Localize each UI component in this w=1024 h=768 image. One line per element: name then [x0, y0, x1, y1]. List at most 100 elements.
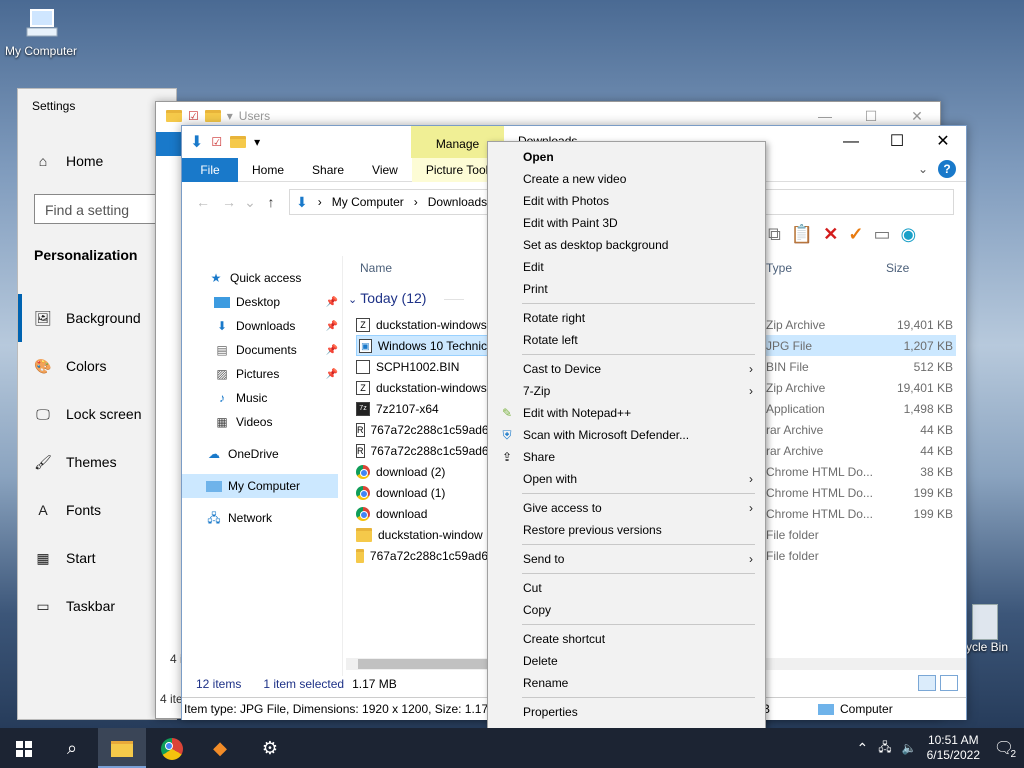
nav-documents[interactable]: ▤ Documents 📌: [182, 338, 342, 362]
network-icon[interactable]: 🖧: [878, 738, 891, 759]
back-arrow-icon[interactable]: ←: [190, 194, 216, 210]
breadcrumb-separator: ›: [317, 195, 322, 209]
settings-nav-taskbar[interactable]: ▭ Taskbar: [18, 582, 178, 630]
menu-item-scan-defender[interactable]: ⛨ Scan with Microsoft Defender...: [488, 424, 765, 446]
file-type: rar Archive: [766, 422, 824, 437]
settings-gear-icon[interactable]: ⚙: [246, 728, 294, 768]
nav-desktop[interactable]: Desktop 📌: [182, 290, 342, 314]
checkbox-icon[interactable]: ☑: [211, 135, 222, 149]
settings-nav-background[interactable]: 🖼 Background: [18, 294, 178, 342]
menu-item-rotate-left[interactable]: Rotate left: [488, 329, 765, 351]
tab-file[interactable]: File: [182, 157, 238, 182]
rename-icon[interactable]: ▭: [873, 224, 890, 245]
menu-item-print[interactable]: Print: [488, 278, 765, 300]
folder-icon[interactable]: [230, 136, 247, 148]
menu-item-delete[interactable]: Delete: [488, 650, 765, 672]
menu-item-send-to[interactable]: Send to ›: [488, 548, 765, 570]
chevron-up-icon[interactable]: ⌃: [857, 740, 869, 757]
copy-icon[interactable]: ⧉: [768, 224, 781, 245]
menu-item-rename[interactable]: Rename: [488, 672, 765, 694]
nav-pictures[interactable]: ▨ Pictures 📌: [182, 362, 342, 386]
search-icon[interactable]: ⌕: [48, 728, 96, 768]
nav-label: OneDrive: [228, 447, 279, 461]
nav-quick-access[interactable]: ★ Quick access: [182, 266, 342, 290]
checkmark-icon[interactable]: ✓: [848, 224, 863, 245]
maximize-button[interactable]: ☐: [874, 126, 920, 158]
menu-item-open-with[interactable]: Open with ›: [488, 468, 765, 490]
clock-date: 6/15/2022: [926, 748, 980, 762]
menu-item-create-video[interactable]: Create a new video: [488, 168, 765, 190]
dropdown-icon: ▾: [226, 109, 233, 123]
large-icons-view-button[interactable]: [940, 675, 958, 691]
breadcrumb-downloads[interactable]: Downloads: [428, 195, 487, 209]
nav-videos[interactable]: ▦ Videos: [182, 410, 342, 434]
details-view-button[interactable]: [918, 675, 936, 691]
menu-item-restore-versions[interactable]: Restore previous versions: [488, 519, 765, 541]
windows-start-icon[interactable]: [0, 728, 48, 768]
menu-item-edit-photos[interactable]: Edit with Photos: [488, 190, 765, 212]
paste-icon[interactable]: 📋: [791, 224, 813, 245]
menu-item-cast-to-device[interactable]: Cast to Device ›: [488, 358, 765, 380]
column-type-header[interactable]: Type: [766, 261, 792, 275]
chevron-down-icon[interactable]: ⌄: [242, 194, 258, 211]
clock[interactable]: 10:51 AM 6/15/2022: [927, 733, 980, 763]
nav-music[interactable]: ♪ Music: [182, 386, 342, 410]
menu-item-set-background[interactable]: Set as desktop background: [488, 234, 765, 256]
close-button[interactable]: ✕: [920, 126, 966, 158]
selected-count: 1 item selected: [263, 677, 345, 691]
forward-arrow-icon[interactable]: →: [216, 194, 242, 210]
desktop-icon-recycle-bin[interactable]: ycle Bin: [962, 604, 1024, 654]
menu-item-give-access[interactable]: Give access to ›: [488, 497, 765, 519]
expand-ribbon-icon[interactable]: ⌄: [918, 162, 928, 176]
settings-nav-start[interactable]: ▦ Start: [18, 534, 178, 582]
package-icon[interactable]: ◆: [196, 728, 244, 768]
dropdown-icon[interactable]: ▾: [254, 135, 260, 149]
settings-nav-themes[interactable]: 🖌 Themes: [18, 438, 178, 486]
up-arrow-icon[interactable]: ↑: [258, 194, 284, 210]
chrome-icon[interactable]: [148, 728, 196, 768]
recycle-bin-icon: [972, 604, 998, 640]
nav-onedrive[interactable]: ☁ OneDrive: [182, 442, 342, 466]
tab-home[interactable]: Home: [238, 158, 298, 182]
file-size: 44 KB: [920, 422, 953, 437]
settings-nav-lock-screen[interactable]: 🖵 Lock screen: [18, 390, 178, 438]
settings-nav-colors[interactable]: 🎨 Colors: [18, 342, 178, 390]
help-button[interactable]: ?: [938, 160, 956, 178]
minimize-button[interactable]: —: [828, 126, 874, 158]
volume-icon[interactable]: 🔈: [902, 741, 917, 755]
file-size: 38 KB: [920, 464, 953, 479]
menu-item-copy[interactable]: Copy: [488, 599, 765, 621]
menu-item-properties[interactable]: Properties: [488, 701, 765, 723]
breadcrumb-my-computer[interactable]: My Computer: [332, 195, 404, 209]
desktop-icon-my-computer[interactable]: My Computer: [2, 8, 80, 58]
settings-home[interactable]: ⌂ Home: [34, 153, 104, 169]
settings-nav-fonts[interactable]: A Fonts: [18, 486, 178, 534]
settings-nav-label: Taskbar: [66, 598, 116, 614]
notification-icon[interactable]: 🗨 2: [990, 738, 1018, 760]
menu-item-edit[interactable]: Edit: [488, 256, 765, 278]
nav-my-computer[interactable]: My Computer: [182, 474, 338, 498]
file-explorer-icon[interactable]: [98, 728, 146, 768]
pin-icon: 📌: [325, 344, 338, 356]
download-arrow-icon[interactable]: ⬇: [190, 132, 203, 152]
menu-item-create-shortcut[interactable]: Create shortcut: [488, 628, 765, 650]
nav-network[interactable]: 🖧 Network: [182, 506, 342, 530]
tab-view[interactable]: View: [358, 158, 412, 182]
tab-share[interactable]: Share: [298, 158, 358, 182]
menu-item-edit-paint3d[interactable]: Edit with Paint 3D: [488, 212, 765, 234]
group-header[interactable]: ⌄ Today (12): [348, 290, 426, 306]
menu-item-share[interactable]: ⇪ Share: [488, 446, 765, 468]
nav-downloads[interactable]: ⬇ Downloads 📌: [182, 314, 342, 338]
menu-item-cut[interactable]: Cut: [488, 577, 765, 599]
menu-item-notepad-plus-plus[interactable]: ✎ Edit with Notepad++: [488, 402, 765, 424]
delete-icon[interactable]: ✕: [823, 224, 838, 245]
column-name-header[interactable]: Name: [360, 261, 392, 275]
menu-item-open[interactable]: Open: [488, 146, 765, 168]
menu-item-rotate-right[interactable]: Rotate right: [488, 307, 765, 329]
file-name: download (2): [376, 464, 446, 479]
globe-icon[interactable]: ◉: [900, 224, 916, 245]
pane-divider[interactable]: [342, 256, 343, 676]
column-size-header[interactable]: Size: [886, 261, 909, 275]
menu-item-7zip[interactable]: 7-Zip ›: [488, 380, 765, 402]
video-icon: ▦: [216, 415, 228, 429]
